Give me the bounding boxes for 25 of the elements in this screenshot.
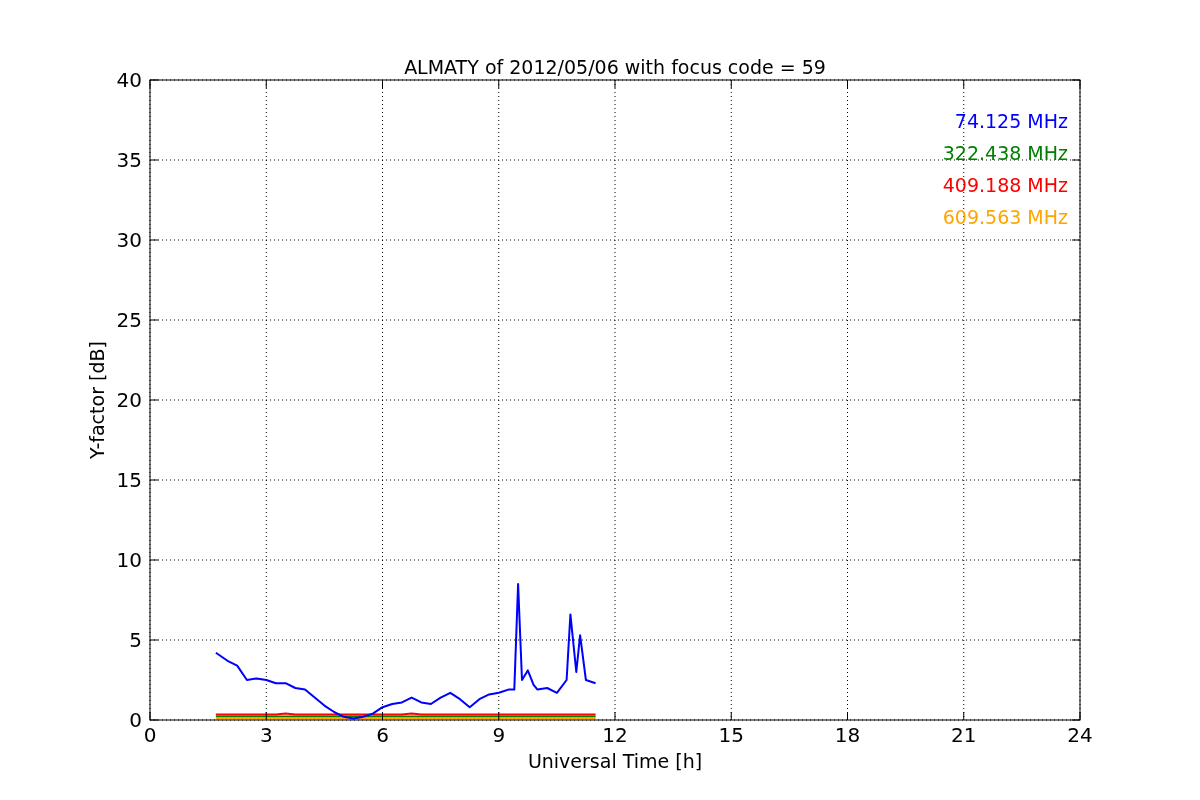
y-tick-label: 20 [116, 388, 142, 412]
chart-title: ALMATY of 2012/05/06 with focus code = 59 [404, 56, 826, 78]
legend-label: 322.438 MHz [942, 142, 1068, 164]
y-axis-label: Y-factor [dB] [86, 341, 108, 459]
x-tick-label: 12 [602, 723, 628, 747]
y-tick-label: 0 [129, 708, 142, 732]
x-tick-label: 6 [376, 723, 389, 747]
y-tick-label: 35 [116, 148, 142, 172]
y-tick-label: 25 [116, 308, 142, 332]
y-tick-label: 30 [116, 228, 142, 252]
x-tick-label: 18 [834, 723, 861, 747]
x-tick-label: 3 [259, 723, 273, 747]
x-tick-label: 24 [1067, 723, 1093, 747]
x-tick-label: 15 [718, 723, 744, 747]
legend-label: 609.563 MHz [942, 206, 1068, 228]
x-axis-label: Universal Time [h] [527, 750, 703, 772]
x-tick-label: 21 [951, 723, 977, 747]
y-tick-label: 40 [116, 68, 142, 92]
y-tick-label: 15 [116, 468, 142, 492]
y-tick-label: 10 [116, 548, 142, 572]
legend-label: 409.188 MHz [942, 174, 1068, 196]
legend-label: 74.125 MHz [954, 110, 1068, 132]
x-tick-label: 0 [143, 723, 157, 747]
x-tick-label: 9 [492, 723, 506, 747]
y-tick-label: 5 [129, 628, 142, 652]
